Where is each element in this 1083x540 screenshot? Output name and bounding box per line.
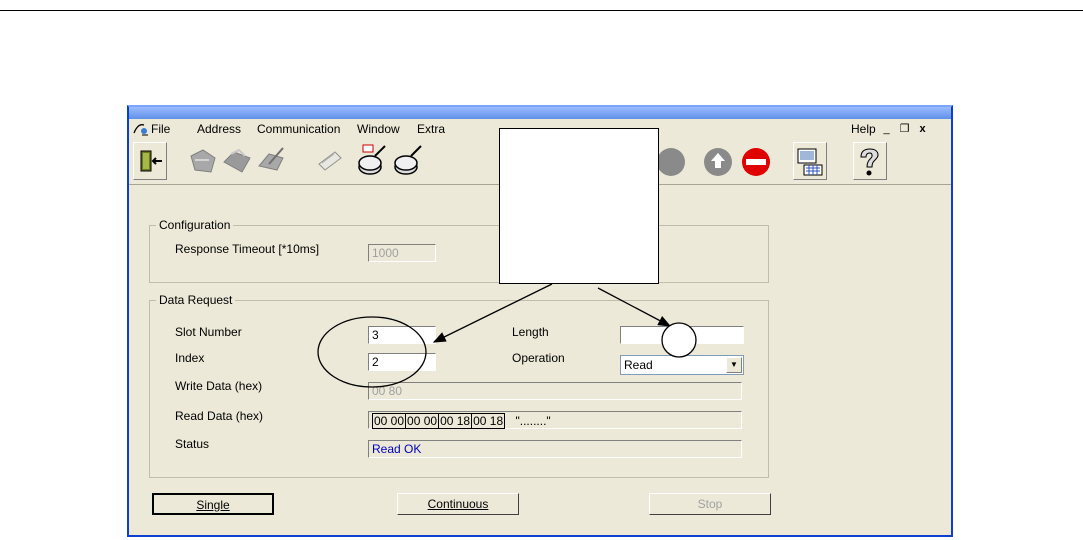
annotation-arrow-slot [432, 283, 553, 343]
annotation-arrow-length [597, 287, 672, 327]
annotation-overlay [317, 283, 697, 388]
annotation-circle [661, 322, 697, 358]
annotation-ellipse [317, 316, 427, 388]
